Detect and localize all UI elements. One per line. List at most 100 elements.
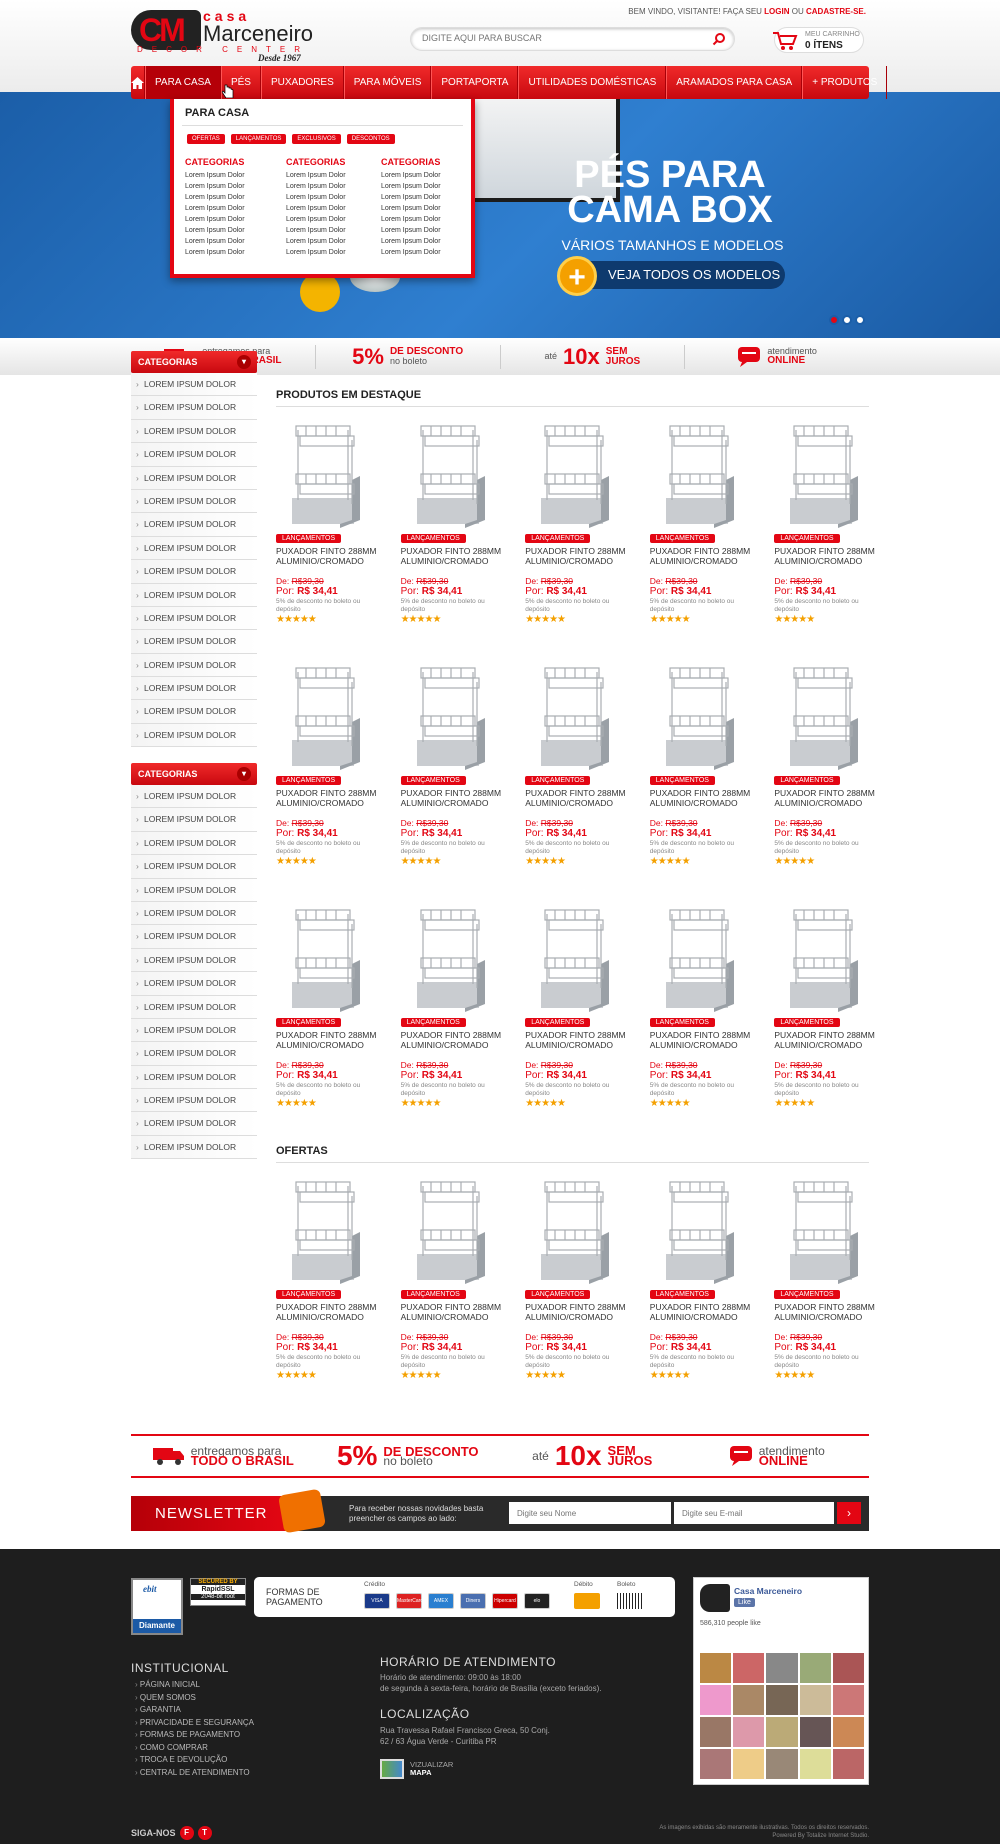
sidebar-item[interactable]: LOREM IPSUM DOLOR: [131, 373, 257, 397]
product-image-wrap[interactable]: [784, 420, 864, 528]
product-card[interactable]: LANÇAMENTOS PUXADOR FINTO 288MM ALUMINIO/…: [525, 412, 650, 654]
fb-face-avatar[interactable]: [832, 1685, 864, 1715]
footer-link[interactable]: CENTRAL DE ATENDIMENTO: [135, 1767, 254, 1780]
register-link[interactable]: CADASTRE-SE.: [806, 7, 866, 16]
dropdown-link[interactable]: Lorem Ipsum Dolor: [381, 249, 466, 260]
sidebar-item[interactable]: LOREM IPSUM DOLOR: [131, 878, 257, 902]
footer-link[interactable]: PRIVACIDADE E SEGURANÇA: [135, 1717, 254, 1730]
footer-link[interactable]: TROCA E DEVOLUÇÃO: [135, 1754, 254, 1767]
product-card[interactable]: LANÇAMENTOS PUXADOR FINTO 288MM ALUMINIO/…: [400, 412, 526, 654]
dropdown-link[interactable]: Lorem Ipsum Dolor: [185, 205, 270, 216]
product-name[interactable]: PUXADOR FINTO 288MM ALUMINIO/CROMADO: [525, 788, 629, 808]
fb-face-avatar[interactable]: [799, 1653, 831, 1683]
search-input[interactable]: [422, 33, 692, 43]
chevron-down-icon[interactable]: ▾: [237, 355, 251, 369]
product-card[interactable]: LANÇAMENTOS PUXADOR FINTO 288MM ALUMINIO/…: [649, 896, 775, 1138]
dropdown-link[interactable]: Lorem Ipsum Dolor: [381, 238, 466, 249]
home-button[interactable]: [131, 66, 145, 99]
sidebar-header[interactable]: CATEGORIAS ▾: [131, 351, 257, 373]
sidebar-item[interactable]: LOREM IPSUM DOLOR: [131, 443, 257, 467]
nav-item-8[interactable]: + PRODUTOS: [802, 66, 888, 99]
product-card[interactable]: LANÇAMENTOS PUXADOR FINTO 288MM ALUMINIO/…: [649, 1168, 775, 1410]
sidebar-item[interactable]: LOREM IPSUM DOLOR: [131, 560, 257, 584]
sidebar-item[interactable]: LOREM IPSUM DOLOR: [131, 948, 257, 973]
product-card[interactable]: LANÇAMENTOS PUXADOR FINTO 288MM ALUMINIO/…: [649, 412, 775, 654]
product-name[interactable]: PUXADOR FINTO 288MM ALUMINIO/CROMADO: [276, 788, 380, 808]
dropdown-link[interactable]: Lorem Ipsum Dolor: [185, 183, 270, 194]
slider-dot-2[interactable]: [842, 315, 852, 325]
sidebar-item[interactable]: LOREM IPSUM DOLOR: [131, 972, 257, 996]
product-card[interactable]: LANÇAMENTOS PUXADOR FINTO 288MM ALUMINIO/…: [276, 896, 401, 1138]
product-name[interactable]: PUXADOR FINTO 288MM ALUMINIO/CROMADO: [276, 546, 380, 566]
fb-face-avatar[interactable]: [700, 1685, 732, 1715]
view-map-link[interactable]: VIZUALIZAR MAPA: [410, 1761, 453, 1777]
sidebar-item[interactable]: LOREM IPSUM DOLOR: [131, 831, 257, 856]
dropdown-link[interactable]: Lorem Ipsum Dolor: [286, 194, 371, 205]
dropdown-tag[interactable]: OFERTAS: [187, 134, 225, 144]
sidebar-item[interactable]: LOREM IPSUM DOLOR: [131, 419, 257, 444]
product-image-wrap[interactable]: [286, 662, 366, 770]
product-card[interactable]: LANÇAMENTOS PUXADOR FINTO 288MM ALUMINIO/…: [774, 896, 899, 1138]
twitter-icon[interactable]: t: [197, 1826, 212, 1840]
product-image-wrap[interactable]: [784, 904, 864, 1012]
newsletter-email-input[interactable]: [674, 1502, 834, 1524]
sidebar-item[interactable]: LOREM IPSUM DOLOR: [131, 700, 257, 724]
sidebar-item[interactable]: LOREM IPSUM DOLOR: [131, 653, 257, 678]
sidebar-item[interactable]: LOREM IPSUM DOLOR: [131, 1018, 257, 1043]
product-card[interactable]: LANÇAMENTOS PUXADOR FINTO 288MM ALUMINIO/…: [525, 654, 650, 896]
product-card[interactable]: LANÇAMENTOS PUXADOR FINTO 288MM ALUMINIO/…: [649, 654, 775, 896]
product-image-wrap[interactable]: [286, 420, 366, 528]
fb-like-button[interactable]: Like: [734, 1598, 755, 1607]
sidebar-item[interactable]: LOREM IPSUM DOLOR: [131, 901, 257, 926]
footer-link[interactable]: COMO COMPRAR: [135, 1742, 254, 1755]
nav-item-6[interactable]: UTILIDADES DOMÉSTICAS: [518, 66, 667, 99]
product-image-wrap[interactable]: [784, 1176, 864, 1284]
dropdown-link[interactable]: Lorem Ipsum Dolor: [185, 227, 270, 238]
nav-item-5[interactable]: PORTAPORTA: [431, 66, 519, 99]
product-name[interactable]: PUXADOR FINTO 288MM ALUMINIO/CROMADO: [401, 788, 505, 808]
product-image-wrap[interactable]: [411, 662, 491, 770]
product-image-wrap[interactable]: [411, 1176, 491, 1284]
product-card[interactable]: LANÇAMENTOS PUXADOR FINTO 288MM ALUMINIO/…: [276, 412, 401, 654]
slider-dot-3[interactable]: [855, 315, 865, 325]
dropdown-tag[interactable]: DESCONTOS: [346, 134, 395, 144]
plus-icon[interactable]: +: [557, 256, 597, 296]
sidebar-item[interactable]: LOREM IPSUM DOLOR: [131, 513, 257, 537]
product-card[interactable]: LANÇAMENTOS PUXADOR FINTO 288MM ALUMINIO/…: [774, 412, 899, 654]
sidebar-item[interactable]: LOREM IPSUM DOLOR: [131, 1065, 257, 1090]
dropdown-link[interactable]: Lorem Ipsum Dolor: [381, 183, 466, 194]
sidebar-item[interactable]: LOREM IPSUM DOLOR: [131, 489, 257, 514]
fb-face-avatar[interactable]: [832, 1749, 864, 1779]
product-card[interactable]: LANÇAMENTOS PUXADOR FINTO 288MM ALUMINIO/…: [276, 1168, 401, 1410]
sidebar-item[interactable]: LOREM IPSUM DOLOR: [131, 1135, 257, 1160]
product-card[interactable]: LANÇAMENTOS PUXADOR FINTO 288MM ALUMINIO/…: [774, 654, 899, 896]
newsletter-submit-button[interactable]: ›: [837, 1502, 861, 1524]
dropdown-link[interactable]: Lorem Ipsum Dolor: [381, 216, 466, 227]
hero-banner[interactable]: PÉS PARA CAMA BOX VÁRIOS TAMANHOS E MODEL…: [0, 92, 1000, 338]
product-name[interactable]: PUXADOR FINTO 288MM ALUMINIO/CROMADO: [525, 1030, 629, 1050]
dropdown-tag[interactable]: LANÇAMENTOS: [230, 134, 287, 144]
footer-link[interactable]: QUEM SOMOS: [135, 1692, 254, 1705]
sidebar-item[interactable]: LOREM IPSUM DOLOR: [131, 808, 257, 832]
product-image-wrap[interactable]: [286, 904, 366, 1012]
sidebar-item[interactable]: LOREM IPSUM DOLOR: [131, 677, 257, 701]
dropdown-link[interactable]: Lorem Ipsum Dolor: [286, 205, 371, 216]
product-image-wrap[interactable]: [535, 904, 615, 1012]
product-image-wrap[interactable]: [660, 904, 740, 1012]
sidebar-header[interactable]: CATEGORIAS ▾: [131, 763, 257, 785]
product-image-wrap[interactable]: [286, 1176, 366, 1284]
footer-link[interactable]: GARANTIA: [135, 1704, 254, 1717]
sidebar-item[interactable]: LOREM IPSUM DOLOR: [131, 396, 257, 420]
fb-face-avatar[interactable]: [733, 1717, 765, 1747]
product-image-wrap[interactable]: [660, 1176, 740, 1284]
fb-face-avatar[interactable]: [832, 1717, 864, 1747]
product-name[interactable]: PUXADOR FINTO 288MM ALUMINIO/CROMADO: [650, 788, 754, 808]
product-name[interactable]: PUXADOR FINTO 288MM ALUMINIO/CROMADO: [276, 1302, 380, 1322]
product-name[interactable]: PUXADOR FINTO 288MM ALUMINIO/CROMADO: [650, 1030, 754, 1050]
product-image-wrap[interactable]: [535, 1176, 615, 1284]
product-name[interactable]: PUXADOR FINTO 288MM ALUMINIO/CROMADO: [401, 546, 505, 566]
sidebar-item[interactable]: LOREM IPSUM DOLOR: [131, 606, 257, 631]
fb-face-avatar[interactable]: [799, 1749, 831, 1779]
newsletter-name-input[interactable]: [509, 1502, 671, 1524]
sidebar-item[interactable]: LOREM IPSUM DOLOR: [131, 785, 257, 809]
